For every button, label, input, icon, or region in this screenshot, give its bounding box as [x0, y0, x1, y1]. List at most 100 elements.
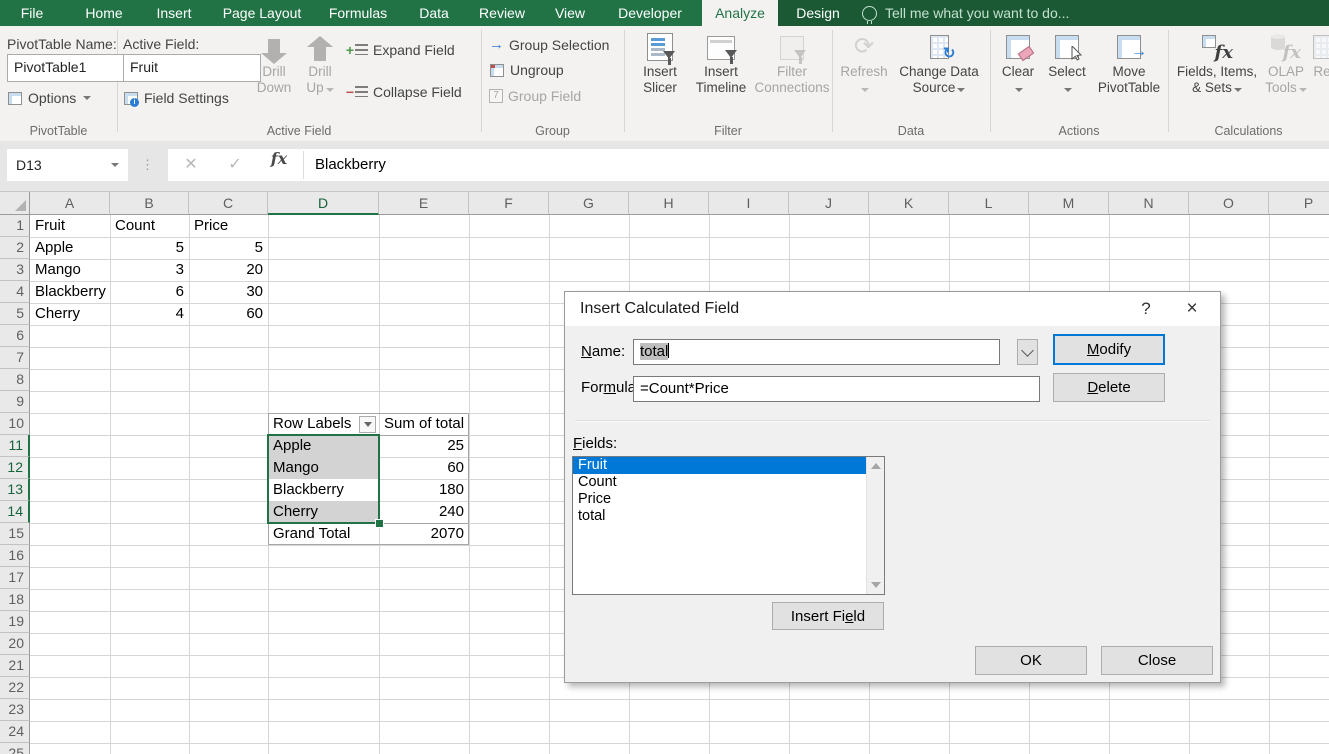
- column-header-L[interactable]: L: [949, 192, 1029, 215]
- tab-analyze[interactable]: Analyze: [702, 0, 778, 26]
- column-header-P[interactable]: P: [1269, 192, 1329, 215]
- row-header-6[interactable]: 6: [0, 325, 30, 347]
- refresh-button[interactable]: ⟳ Refresh: [838, 30, 890, 122]
- group-field-button[interactable]: 7 Group Field: [489, 88, 581, 104]
- column-header-D[interactable]: D: [268, 192, 379, 215]
- scroll-up-icon[interactable]: [871, 463, 881, 469]
- help-icon[interactable]: ?: [1130, 292, 1162, 326]
- row-header-17[interactable]: 17: [0, 567, 30, 589]
- tab-page-layout[interactable]: Page Layout: [212, 0, 312, 26]
- row-header-12[interactable]: 12: [0, 457, 30, 479]
- column-header-A[interactable]: A: [30, 192, 110, 215]
- row-header-25[interactable]: 25: [0, 743, 30, 754]
- collapse-field-button[interactable]: − Collapse Field: [345, 84, 462, 100]
- insert-function-icon[interactable]: fx: [264, 149, 294, 181]
- column-header-H[interactable]: H: [629, 192, 709, 215]
- tab-insert[interactable]: Insert: [144, 0, 204, 26]
- olap-tools-button[interactable]: fx OLAP Tools: [1262, 30, 1310, 122]
- cell-A5[interactable]: Cherry: [30, 303, 110, 325]
- listbox-scrollbar[interactable]: [866, 457, 884, 594]
- drill-up-button[interactable]: Drill Up: [298, 30, 342, 122]
- ok-button[interactable]: OK: [975, 646, 1087, 675]
- cell-A3[interactable]: Mango: [30, 259, 110, 281]
- row-header-16[interactable]: 16: [0, 545, 30, 567]
- row-header-24[interactable]: 24: [0, 721, 30, 743]
- column-header-M[interactable]: M: [1029, 192, 1109, 215]
- formula-bar-grip[interactable]: ⋮: [141, 149, 154, 181]
- row-header-8[interactable]: 8: [0, 369, 30, 391]
- row-header-13[interactable]: 13: [0, 479, 30, 501]
- column-header-F[interactable]: F: [469, 192, 549, 215]
- select-button[interactable]: Select: [1044, 30, 1090, 122]
- column-header-K[interactable]: K: [869, 192, 949, 215]
- field-option-total[interactable]: total: [573, 508, 867, 525]
- row-header-11[interactable]: 11: [0, 435, 30, 457]
- field-settings-button[interactable]: i Field Settings: [123, 90, 229, 106]
- cell-C2[interactable]: 5: [189, 237, 268, 259]
- row-header-22[interactable]: 22: [0, 677, 30, 699]
- cancel-icon[interactable]: ✕: [176, 149, 206, 181]
- column-header-N[interactable]: N: [1109, 192, 1189, 215]
- row-header-7[interactable]: 7: [0, 347, 30, 369]
- cell-A2[interactable]: Apple: [30, 237, 110, 259]
- cell-B4[interactable]: 6: [110, 281, 189, 303]
- row-header-20[interactable]: 20: [0, 633, 30, 655]
- pivottable-name-input[interactable]: PivotTable1: [7, 54, 124, 82]
- name-dropdown-button[interactable]: [1017, 339, 1038, 365]
- tab-developer[interactable]: Developer: [604, 0, 696, 26]
- select-all-corner[interactable]: [0, 192, 30, 215]
- cell-C1[interactable]: Price: [189, 215, 268, 237]
- tell-me-box[interactable]: Tell me what you want to do...: [862, 0, 1069, 26]
- cell-A4[interactable]: Blackberry: [30, 281, 110, 303]
- row-header-10[interactable]: 10: [0, 413, 30, 435]
- expand-field-button[interactable]: + Expand Field: [345, 42, 455, 58]
- relationships-button-truncated[interactable]: Re: [1312, 30, 1329, 122]
- column-header-B[interactable]: B: [110, 192, 189, 215]
- calc-field-name-input[interactable]: total: [633, 339, 1000, 365]
- field-option-count[interactable]: Count: [573, 474, 867, 491]
- row-header-3[interactable]: 3: [0, 259, 30, 281]
- row-header-9[interactable]: 9: [0, 391, 30, 413]
- insert-slicer-button[interactable]: Insert Slicer: [632, 30, 688, 122]
- options-button[interactable]: Options: [7, 90, 91, 106]
- cell-C5[interactable]: 60: [189, 303, 268, 325]
- formula-input[interactable]: Blackberry: [315, 149, 386, 181]
- column-header-I[interactable]: I: [709, 192, 789, 215]
- column-header-C[interactable]: C: [189, 192, 268, 215]
- dialog-title-bar[interactable]: Insert Calculated Field ? ×: [565, 292, 1220, 326]
- insert-timeline-button[interactable]: Insert Timeline: [690, 30, 752, 122]
- fields-listbox[interactable]: FruitCountPricetotal: [572, 456, 885, 595]
- delete-button[interactable]: Delete: [1053, 373, 1165, 402]
- row-header-14[interactable]: 14: [0, 501, 30, 523]
- clear-button[interactable]: Clear: [996, 30, 1040, 122]
- move-pivottable-button[interactable]: → Move PivotTable: [1094, 30, 1164, 122]
- column-header-G[interactable]: G: [549, 192, 629, 215]
- tab-data[interactable]: Data: [406, 0, 462, 26]
- name-box-dropdown-icon[interactable]: [111, 163, 119, 167]
- group-selection-button[interactable]: → Group Selection: [489, 36, 609, 53]
- cell-B1[interactable]: Count: [110, 215, 189, 237]
- row-header-21[interactable]: 21: [0, 655, 30, 677]
- row-header-4[interactable]: 4: [0, 281, 30, 303]
- modify-button[interactable]: Modify: [1053, 334, 1165, 365]
- row-header-1[interactable]: 1: [0, 215, 30, 237]
- cell-B3[interactable]: 3: [110, 259, 189, 281]
- active-field-input[interactable]: Fruit: [123, 54, 261, 82]
- scroll-down-icon[interactable]: [871, 582, 881, 588]
- tab-file[interactable]: File: [4, 0, 60, 26]
- fill-handle[interactable]: [375, 519, 384, 528]
- cell-C3[interactable]: 20: [189, 259, 268, 281]
- column-header-E[interactable]: E: [379, 192, 469, 215]
- insert-field-button[interactable]: Insert Field: [772, 602, 884, 630]
- cell-B2[interactable]: 5: [110, 237, 189, 259]
- drill-down-button[interactable]: Drill Down: [252, 30, 296, 122]
- tab-view[interactable]: View: [542, 0, 598, 26]
- tab-review[interactable]: Review: [470, 0, 534, 26]
- field-option-price[interactable]: Price: [573, 491, 867, 508]
- cell-C4[interactable]: 30: [189, 281, 268, 303]
- row-header-15[interactable]: 15: [0, 523, 30, 545]
- row-header-19[interactable]: 19: [0, 611, 30, 633]
- row-header-5[interactable]: 5: [0, 303, 30, 325]
- filter-connections-button[interactable]: Filter Connections: [754, 30, 830, 122]
- column-header-J[interactable]: J: [789, 192, 869, 215]
